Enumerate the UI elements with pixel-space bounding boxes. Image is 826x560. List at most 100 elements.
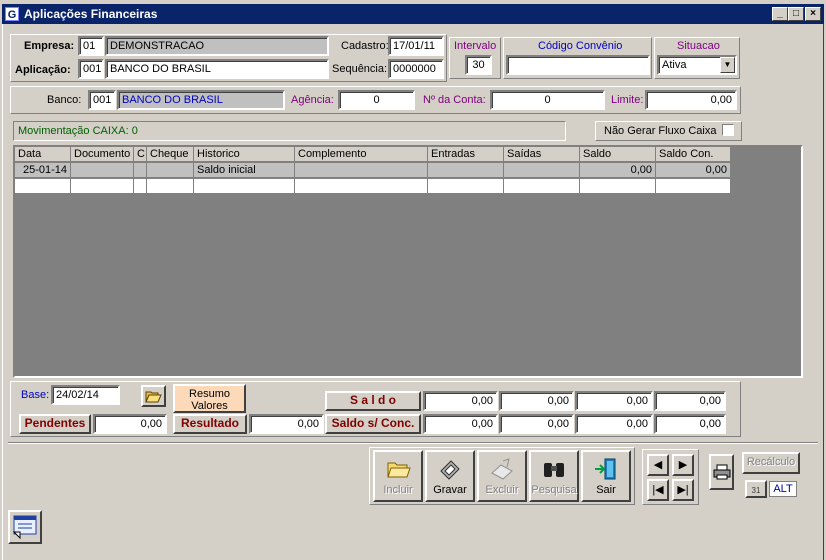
nao-gerar-checkbox[interactable] [722, 124, 734, 136]
situacao-label: Situacao [677, 40, 720, 52]
conta-field[interactable]: 0 [490, 90, 605, 110]
pendentes-button[interactable]: Pendentes [19, 414, 91, 434]
sair-label: Sair [596, 484, 616, 496]
restore-button[interactable]: □ [788, 7, 804, 21]
banco-code-field[interactable]: 001 [88, 90, 116, 110]
empresa-code-field[interactable]: 01 [78, 36, 104, 56]
aplicacao-code-field[interactable]: 001 [78, 59, 104, 79]
prev-record-button[interactable]: ◀ [647, 454, 669, 476]
excluir-button[interactable]: Excluir [477, 450, 527, 502]
incluir-label: Incluir [383, 484, 413, 496]
resumo-valores-button[interactable]: Resumo Valores [173, 384, 246, 413]
conta-label: Nº da Conta: [423, 94, 486, 106]
pendentes-field: 0,00 [93, 414, 167, 434]
calendar-button[interactable]: 31 [745, 480, 767, 498]
situacao-value: Ativa [662, 59, 687, 71]
saldo-value-3: 0,00 [575, 391, 653, 411]
situacao-select[interactable]: Ativa ▼ [657, 55, 737, 75]
saldo-value-2: 0,00 [499, 391, 574, 411]
table-cell[interactable] [656, 179, 731, 194]
column-header[interactable]: Saldo [580, 147, 656, 162]
base-field[interactable]: 24/02/14 [51, 385, 120, 405]
pesquisa-label: Pesquisa [531, 484, 577, 496]
table-cell[interactable] [15, 179, 71, 194]
column-header[interactable]: Historico [194, 147, 295, 162]
column-header[interactable]: Data [15, 147, 71, 162]
base-label: Base: [21, 389, 50, 401]
sequencia-field[interactable]: 0000000 [388, 59, 444, 79]
convenio-label: Código Convênio [538, 40, 623, 52]
column-header[interactable]: C [134, 147, 147, 162]
resumo-label-2: Valores [191, 400, 228, 412]
last-record-button[interactable]: ▶| [672, 479, 694, 501]
arrow-right-icon: ▶ [678, 459, 688, 471]
minimized-window-icon[interactable] [8, 510, 42, 544]
delete-icon [491, 458, 513, 480]
column-header[interactable]: Saídas [504, 147, 580, 162]
column-header[interactable]: Cheque [147, 147, 194, 162]
action-toolbar: Incluir Gravar Excluir Pesquisa Sair [369, 447, 635, 505]
saldo-value-1: 0,00 [423, 391, 498, 411]
gravar-label: Gravar [433, 484, 467, 496]
table-cell[interactable]: 0,00 [656, 163, 731, 178]
table-cell[interactable] [428, 179, 504, 194]
resultado-button[interactable]: Resultado [173, 414, 247, 434]
close-button[interactable]: × [805, 7, 821, 21]
saldo-button[interactable]: S a l d o [325, 391, 421, 411]
folder-icon [387, 462, 411, 478]
table-cell[interactable] [134, 179, 147, 194]
minimize-button[interactable]: _ [772, 7, 788, 21]
app-icon: G [5, 7, 19, 21]
column-header[interactable]: Entradas [428, 147, 504, 162]
alt-indicator: ALT [769, 481, 797, 497]
cadastro-field[interactable]: 17/01/11 [388, 36, 444, 56]
excluir-label: Excluir [485, 484, 519, 496]
table-cell[interactable] [71, 179, 134, 194]
agencia-label: Agência: [291, 94, 334, 106]
table-cell[interactable] [147, 179, 194, 194]
recalculo-button[interactable]: Recálculo [742, 452, 800, 474]
nao-gerar-label: Não Gerar Fluxo Caixa [604, 125, 717, 137]
table-cell[interactable] [580, 179, 656, 194]
pesquisa-button[interactable]: Pesquisa [529, 450, 579, 502]
limite-field[interactable]: 0,00 [645, 90, 737, 110]
column-header[interactable]: Complemento [295, 147, 428, 162]
intervalo-field[interactable]: 30 [465, 55, 492, 75]
table-cell[interactable]: 0,00 [580, 163, 656, 178]
window-title: Aplicações Financeiras [24, 7, 158, 21]
next-record-button[interactable]: ▶ [672, 454, 694, 476]
empresa-name-field: DEMONSTRACAO [105, 36, 329, 56]
agencia-field[interactable]: 0 [338, 90, 415, 110]
incluir-button[interactable]: Incluir [373, 450, 423, 502]
table-cell[interactable] [134, 163, 147, 178]
saldo-value-4: 0,00 [654, 391, 726, 411]
form-icon [12, 515, 37, 540]
table-cell[interactable] [194, 179, 295, 194]
printer-icon [713, 464, 730, 480]
saldo-conc-value-1: 0,00 [423, 414, 498, 434]
table-cell[interactable] [504, 179, 580, 194]
print-button[interactable] [709, 454, 734, 490]
saldo-conc-button[interactable]: Saldo s/ Conc. [325, 414, 421, 434]
sair-button[interactable]: Sair [581, 450, 631, 502]
aplicacao-name-field[interactable]: BANCO DO BRASIL [105, 59, 329, 79]
column-header[interactable]: Documento [71, 147, 134, 162]
table-cell[interactable] [71, 163, 134, 178]
first-record-button[interactable]: |◀ [647, 479, 669, 501]
table-cell[interactable]: Saldo inicial [194, 163, 295, 178]
title-bar: G Aplicações Financeiras _ □ × [2, 4, 824, 24]
table-cell[interactable]: 25-01-14 [15, 163, 71, 178]
table-cell[interactable] [295, 179, 428, 194]
convenio-field[interactable] [506, 55, 650, 75]
movimentacao-label: Movimentação CAIXA: 0 [18, 125, 138, 137]
chevron-down-icon[interactable]: ▼ [720, 57, 735, 73]
saldo-conc-value-4: 0,00 [654, 414, 726, 434]
folder-open-icon [145, 391, 162, 403]
table-cell[interactable] [504, 163, 580, 178]
folder-open-button[interactable] [141, 385, 166, 407]
table-cell[interactable] [428, 163, 504, 178]
column-header[interactable]: Saldo Con. [656, 147, 731, 162]
table-cell[interactable] [147, 163, 194, 178]
table-cell[interactable] [295, 163, 428, 178]
gravar-button[interactable]: Gravar [425, 450, 475, 502]
